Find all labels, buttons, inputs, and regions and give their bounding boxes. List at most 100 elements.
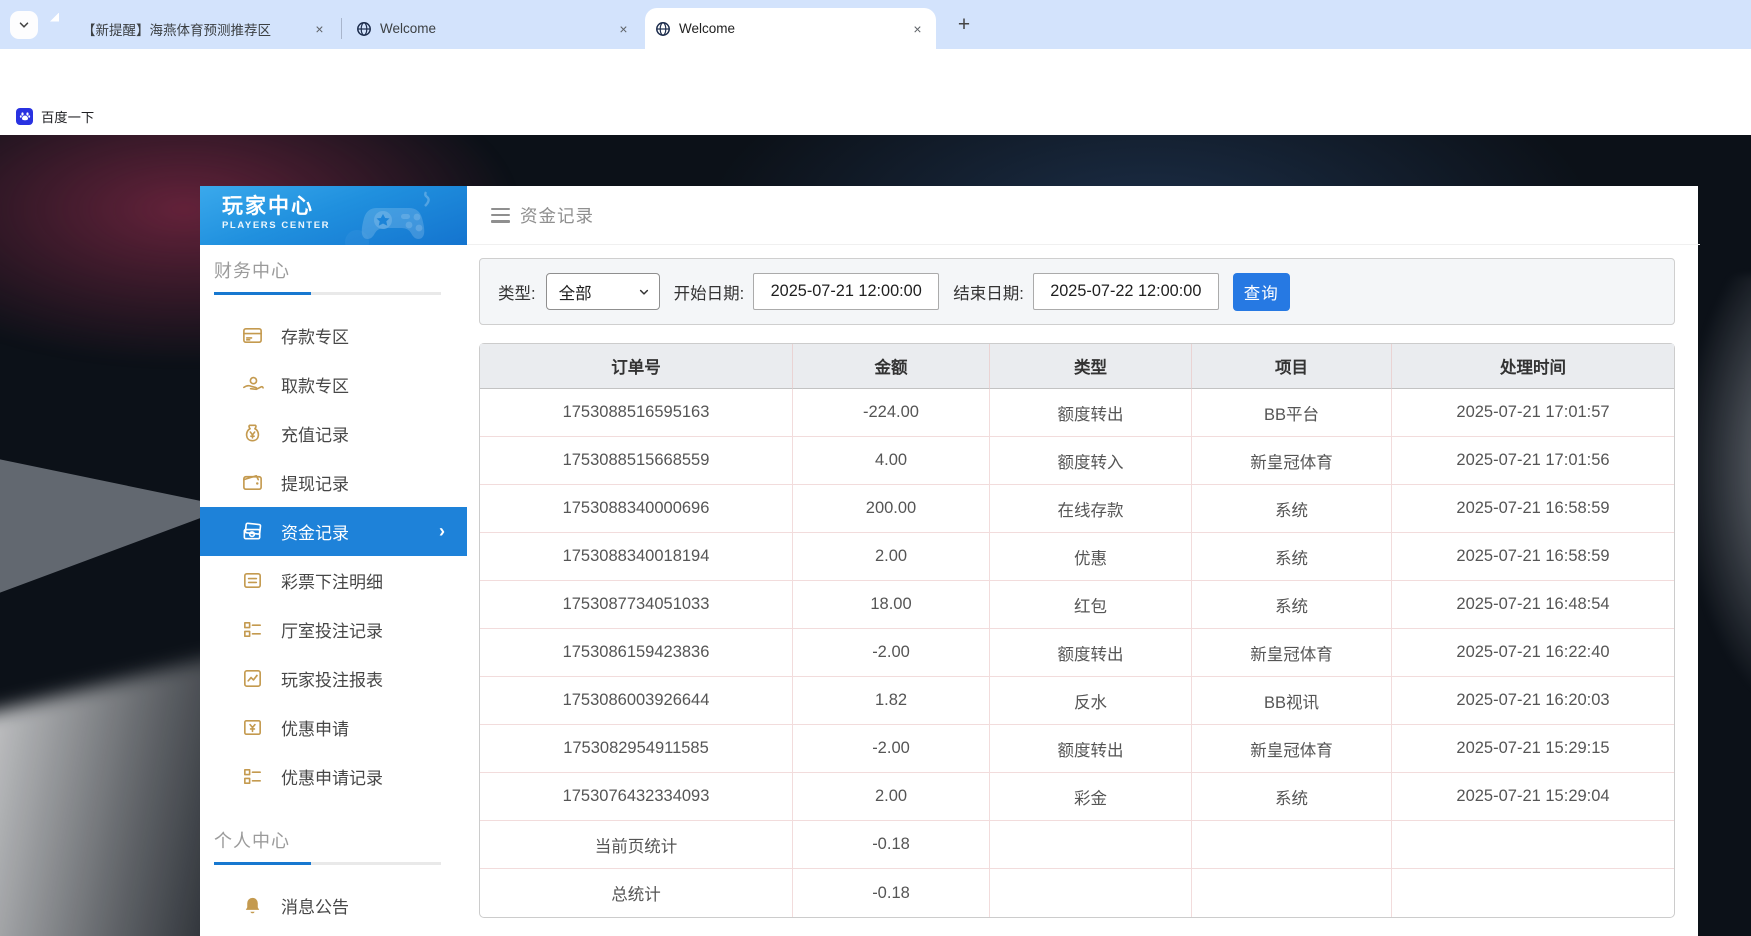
menu-icon[interactable] [491, 208, 510, 223]
bell-icon [240, 894, 264, 918]
cell-time: 2025-07-21 16:58:59 [1392, 485, 1674, 533]
cell-project: 新皇冠体育 [1192, 437, 1392, 485]
sidebar-item-label: 厅室投注记录 [281, 617, 383, 642]
sidebar-item-withdraw-zone[interactable]: 取款专区 [200, 360, 467, 409]
cell-time: 2025-07-21 17:01:57 [1392, 389, 1674, 437]
sidebar-item-label: 资金记录 [281, 519, 349, 544]
sidebar-item-hall-bet-record[interactable]: 厅室投注记录 [200, 605, 467, 654]
cell-amount: -0.18 [793, 869, 990, 917]
sidebar-item-recharge-record[interactable]: 充值记录 [200, 409, 467, 458]
tab-close-icon[interactable]: × [311, 20, 328, 37]
search-button[interactable]: 查询 [1233, 273, 1290, 311]
report-chart-icon [240, 667, 264, 691]
cell-time: 2025-07-21 16:48:54 [1392, 581, 1674, 629]
withdraw-hand-icon [240, 373, 264, 397]
table-header-row: 订单号金额类型项目处理时间 [480, 344, 1674, 389]
sidebar-item-funds-record[interactable]: 资金记录 › [200, 507, 467, 556]
sidebar: 玩家中心 PLAYERS CENTER 财务 [200, 186, 467, 936]
cell-type: 彩金 [990, 773, 1192, 821]
cell-amount: 4.00 [793, 437, 990, 485]
cell-order-no: 1753088516595163 [480, 389, 793, 437]
cell-time: 2025-07-21 15:29:04 [1392, 773, 1674, 821]
column-header: 类型 [990, 344, 1192, 389]
tab-separator [341, 18, 342, 39]
browser-tab-2[interactable]: Welcome × [346, 8, 642, 49]
sidebar-item-label: 优惠申请 [281, 715, 349, 740]
sidebar-item-lottery-bet-detail[interactable]: 彩票下注明细 [200, 556, 467, 605]
sidebar-item-label: 消息公告 [281, 893, 349, 918]
cell-type: 额度转入 [990, 437, 1192, 485]
cell-amount: -224.00 [793, 389, 990, 437]
type-select[interactable]: 全部 [546, 273, 660, 310]
bookmark-label: 百度一下 [41, 107, 94, 126]
cell-amount: -0.18 [793, 821, 990, 869]
cell-type: 额度转出 [990, 629, 1192, 677]
cell-order-no: 当前页统计 [480, 821, 793, 869]
browser-toolbar: js13.cc/hhcp/usercenter.html?iniType=6 [0, 49, 1751, 97]
player-center-card: 玩家中心 PLAYERS CENTER 财务 [200, 186, 1698, 936]
browser-tab-strip: 【新提醒】海燕体育预测推荐区 × Welcome × Welcome × + [0, 0, 1751, 49]
deposit-card-icon [240, 324, 264, 348]
cell-project: BB视讯 [1192, 677, 1392, 725]
sidebar-item-message-board[interactable]: 消息公告 [200, 881, 467, 930]
start-date-input[interactable] [753, 273, 939, 310]
cell-amount: 18.00 [793, 581, 990, 629]
table-row: 1753086159423836-2.00额度转出新皇冠体育2025-07-21… [480, 629, 1674, 677]
new-tab-button[interactable]: + [950, 11, 978, 39]
grid-list-icon [240, 618, 264, 642]
background-shape [0, 375, 230, 615]
sidebar-section-title: 财务中心 [214, 257, 441, 292]
sidebar-item-deposit-zone[interactable]: 存款专区 [200, 311, 467, 360]
cell-type: 额度转出 [990, 389, 1192, 437]
grid-list-icon [240, 765, 264, 789]
sidebar-section-title: 个人中心 [214, 827, 441, 862]
column-header: 处理时间 [1392, 344, 1674, 389]
bookmark-baidu[interactable]: 百度一下 [16, 104, 94, 128]
yellow-doc-favicon-icon [58, 21, 74, 37]
cell-type: 红包 [990, 581, 1192, 629]
browser-tab-active[interactable]: Welcome × [645, 8, 936, 49]
cell-amount: 200.00 [793, 485, 990, 533]
sidebar-item-label: 提现记录 [281, 470, 349, 495]
cell-order-no: 1753076432334093 [480, 773, 793, 821]
cell-time: 2025-07-21 15:29:15 [1392, 725, 1674, 773]
tab-close-icon[interactable]: × [615, 20, 632, 37]
cell-project: 系统 [1192, 773, 1392, 821]
sidebar-item-promo-apply[interactable]: 优惠申请 [200, 703, 467, 752]
globe-favicon-icon [356, 21, 372, 37]
cell-order-no: 1753087734051033 [480, 581, 793, 629]
browser-tab-1[interactable]: 【新提醒】海燕体育预测推荐区 × [48, 8, 338, 49]
sidebar-item-promo-apply-record[interactable]: 优惠申请记录 [200, 752, 467, 801]
section-underline [214, 292, 441, 295]
cell-type: 优惠 [990, 533, 1192, 581]
main-header: 资金记录 [467, 186, 1700, 245]
sidebar-item-player-bet-report[interactable]: 玩家投注报表 [200, 654, 467, 703]
end-date-input[interactable] [1033, 273, 1219, 310]
cell-project [1192, 869, 1392, 917]
table-row: 17530883400181942.00优惠系统2025-07-21 16:58… [480, 533, 1674, 581]
sidebar-item-label: 取款专区 [281, 372, 349, 397]
table-row: 175308773405103318.00红包系统2025-07-21 16:4… [480, 581, 1674, 629]
web-page-background: 玩家中心 PLAYERS CENTER 财务 [0, 135, 1751, 936]
sidebar-item-withdraw-record[interactable]: 提现记录 [200, 458, 467, 507]
sidebar-header: 玩家中心 PLAYERS CENTER [200, 186, 467, 245]
table-row: 1753088340000696200.00在线存款系统2025-07-21 1… [480, 485, 1674, 533]
sidebar-item-label: 充值记录 [281, 421, 349, 446]
doc-list-icon [240, 569, 264, 593]
table-row: 1753082954911585-2.00额度转出新皇冠体育2025-07-21… [480, 725, 1674, 773]
cell-type: 在线存款 [990, 485, 1192, 533]
sidebar-item-label: 优惠申请记录 [281, 764, 383, 789]
tab-search-chevron-icon[interactable] [10, 11, 38, 39]
cell-order-no: 总统计 [480, 869, 793, 917]
cell-project: 系统 [1192, 533, 1392, 581]
bookmarks-bar: 百度一下 [0, 97, 1751, 135]
table-row: 17530885156685594.00额度转入新皇冠体育2025-07-21 … [480, 437, 1674, 485]
cell-order-no: 1753088340000696 [480, 485, 793, 533]
cell-project [1192, 821, 1392, 869]
tab-close-icon[interactable]: × [909, 20, 926, 37]
column-header: 金额 [793, 344, 990, 389]
chevron-right-icon: › [439, 521, 445, 542]
cell-project: 系统 [1192, 581, 1392, 629]
funds-record-table: 订单号金额类型项目处理时间 1753088516595163-224.00额度转… [479, 343, 1675, 918]
tab-title: 【新提醒】海燕体育预测推荐区 [82, 19, 305, 39]
